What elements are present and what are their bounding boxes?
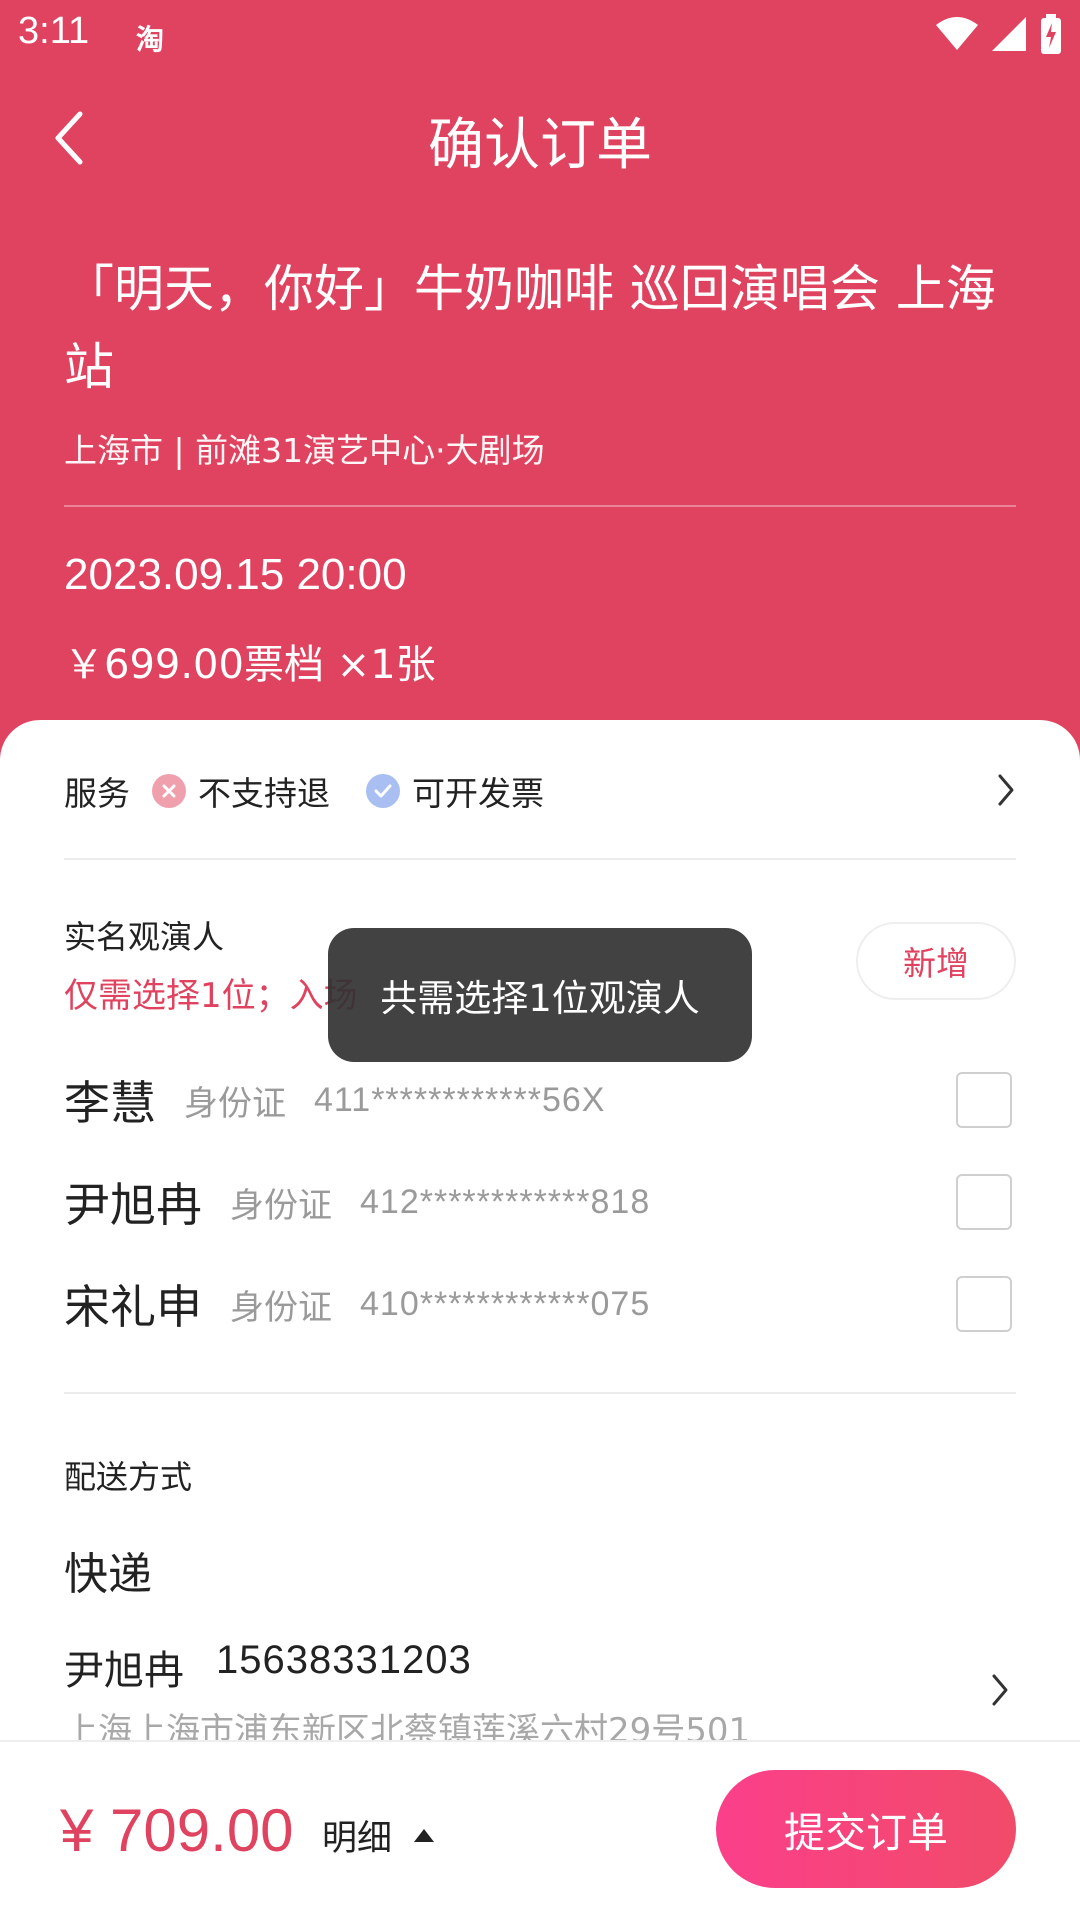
battery-icon (1041, 14, 1061, 54)
viewer-row[interactable]: 李慧 身份证 411************56X (64, 1070, 1016, 1130)
delivery-section-label: 配送方式 (64, 1458, 193, 1496)
viewers-section-label: 实名观演人 (64, 918, 225, 956)
viewer-id-number: 410************075 (360, 1284, 651, 1323)
total-price: ¥ 709.00 (60, 1797, 294, 1864)
service-label: 服务 (64, 774, 130, 813)
viewer-checkbox[interactable] (956, 1072, 1012, 1128)
event-datetime: 2023.09.15 20:00 (64, 550, 407, 599)
service-item-no-refund: 不支持退 (198, 774, 330, 813)
taobao-notification-icon: 淘 (136, 23, 165, 56)
viewer-name: 宋礼申 (64, 1280, 202, 1334)
viewer-id-type: 身份证 (184, 1083, 286, 1124)
status-icons (936, 14, 1062, 54)
recipient-name[interactable]: 尹旭冉 (64, 1638, 184, 1696)
toast-message: 共需选择1位观演人 (328, 928, 752, 1062)
check-icon (366, 774, 400, 808)
service-item-invoice: 可开发票 (412, 774, 544, 813)
price-detail-toggle[interactable]: 明细 (322, 1810, 435, 1861)
viewer-id-number: 412************818 (360, 1182, 651, 1221)
viewer-checkbox[interactable] (956, 1174, 1012, 1230)
header-divider (64, 505, 1016, 507)
viewers-hint: 仅需选择1位；入场 (64, 976, 358, 1016)
submit-order-button[interactable]: 提交订单 (716, 1770, 1016, 1888)
viewer-id-number: 411************56X (314, 1080, 606, 1119)
cross-icon (152, 774, 186, 808)
event-title: 「明天，你好」牛奶咖啡 巡回演唱会 上海站 (64, 260, 996, 396)
viewer-row[interactable]: 宋礼申 身份证 410************075 (64, 1274, 1016, 1334)
event-venue: 上海市 | 前滩31演艺中心·大剧场 (64, 431, 545, 470)
viewer-row[interactable]: 尹旭冉 身份证 412************818 (64, 1172, 1016, 1232)
status-bar: 3:11 淘 (0, 0, 1080, 70)
delivery-method[interactable]: 快递 (64, 1538, 152, 1602)
detail-label: 明细 (322, 1819, 393, 1859)
add-viewer-button[interactable]: 新增 (856, 922, 1016, 1000)
viewer-name: 尹旭冉 (64, 1178, 202, 1232)
wifi-icon (936, 17, 978, 50)
section-divider (64, 1392, 1016, 1394)
section-divider (64, 858, 1016, 860)
cell-signal-icon (992, 17, 1026, 51)
viewer-id-type: 身份证 (230, 1185, 332, 1226)
viewer-checkbox[interactable] (956, 1276, 1012, 1332)
viewer-id-type: 身份证 (230, 1287, 332, 1328)
chevron-right-icon (998, 774, 1014, 806)
status-time: 3:11 (18, 10, 90, 52)
page-title: 确认订单 (428, 113, 652, 178)
ticket-price-line: ￥699.00票档 ×1张 (64, 642, 436, 688)
caret-up-icon (414, 1829, 435, 1842)
recipient-address[interactable]: 上海上海市浦东新区北蔡镇莲溪六村29号501 (64, 1706, 964, 1740)
service-row[interactable]: 服务 不支持退 可开发票 (64, 766, 1016, 816)
chevron-right-icon[interactable] (990, 1672, 1010, 1708)
recipient-phone[interactable]: 15638331203 (216, 1638, 472, 1683)
viewer-name: 李慧 (64, 1076, 156, 1130)
